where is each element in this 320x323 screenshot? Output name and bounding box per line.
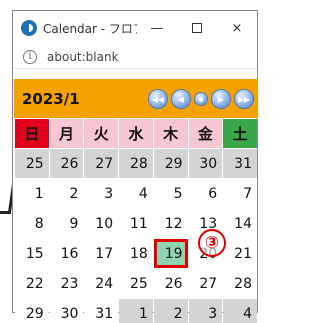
weekday-monday: 月 [49, 119, 84, 148]
calendar-header: 2023/1 ◀◀ ◀ ● ▶ ▶▶ [14, 79, 258, 118]
maximize-icon [192, 23, 202, 33]
screenshot-stage: Calendar - フロフ... — × i about:blank 2023… [0, 0, 259, 323]
day-cell[interactable]: 3 [188, 299, 223, 323]
weekday-sunday: 日 [15, 119, 49, 148]
day-cell[interactable]: 6 [188, 179, 223, 208]
window-title: Calendar - フロフ... [43, 21, 137, 36]
week-row: 29 30 31 1 2 3 4 [15, 299, 257, 323]
week-row: 1 2 3 4 5 6 7 [15, 179, 257, 208]
day-cell[interactable]: 21 [223, 239, 257, 268]
first-month-button[interactable]: ◀◀ [148, 88, 168, 109]
next-month-button[interactable]: ▶ [211, 88, 231, 109]
day-cell[interactable]: 2 [153, 299, 188, 323]
day-cell[interactable]: 25 [119, 269, 153, 298]
day-cell[interactable]: 26 [49, 149, 84, 178]
day-cell[interactable]: 29 [153, 149, 188, 178]
day-cell[interactable]: 30 [49, 299, 84, 323]
calendar-window: Calendar - フロフ... — × i about:blank 2023… [12, 10, 258, 323]
day-cell[interactable]: 4 [223, 299, 257, 323]
day-cell[interactable]: 2 [49, 179, 84, 208]
maximize-button[interactable] [177, 11, 217, 45]
day-cell[interactable]: 8 [15, 209, 49, 238]
weekday-wednesday: 水 [119, 119, 153, 148]
weekday-tuesday: 火 [84, 119, 119, 148]
calendar-grid: 日 月 火 水 木 金 土 25 26 27 28 29 30 31 1 2 3… [14, 118, 258, 323]
last-month-button[interactable]: ▶▶ [234, 88, 254, 109]
day-cell[interactable]: 29 [15, 299, 49, 323]
day-cell[interactable]: 30 [188, 149, 223, 178]
day-cell[interactable]: 18 [119, 239, 153, 268]
day-cell[interactable]: 9 [49, 209, 84, 238]
month-label: 2023/1 [22, 89, 80, 108]
day-cell[interactable]: 10 [84, 209, 119, 238]
day-cell[interactable]: 5 [153, 179, 188, 208]
day-cell[interactable]: 1 [119, 299, 153, 323]
calendar-widget: 2023/1 ◀◀ ◀ ● ▶ ▶▶ 日 月 火 水 木 金 土 25 26 2… [14, 79, 258, 323]
day-cell[interactable]: 3 [84, 179, 119, 208]
day-cell[interactable]: 28 [223, 269, 257, 298]
prev-month-button[interactable]: ◀ [171, 88, 191, 109]
day-cell[interactable]: 26 [153, 269, 188, 298]
day-cell[interactable]: 14 [223, 209, 257, 238]
title-bar[interactable]: Calendar - フロフ... — × [13, 11, 257, 45]
day-cell[interactable]: 17 [84, 239, 119, 268]
day-cell[interactable]: 1 [15, 179, 49, 208]
weekday-header-row: 日 月 火 水 木 金 土 [15, 119, 257, 148]
url-text[interactable]: about:blank [47, 50, 119, 64]
day-cell[interactable]: 31 [223, 149, 257, 178]
today-button[interactable]: ● [194, 91, 208, 106]
address-bar: i about:blank [13, 45, 257, 69]
day-cell[interactable]: 24 [84, 269, 119, 298]
day-cell[interactable]: 23 [49, 269, 84, 298]
info-icon[interactable]: i [23, 49, 37, 64]
weekday-friday: 金 [188, 119, 223, 148]
day-cell[interactable]: 28 [119, 149, 153, 178]
day-cell[interactable]: 31 [84, 299, 119, 323]
minimize-button[interactable]: — [137, 11, 177, 45]
day-cell[interactable]: 12 [153, 209, 188, 238]
step-callout-badge: ③ [198, 229, 226, 257]
day-cell[interactable]: 11 [119, 209, 153, 238]
day-cell[interactable]: 27 [188, 269, 223, 298]
day-cell[interactable]: 7 [223, 179, 257, 208]
app-icon [21, 20, 37, 36]
close-button[interactable]: × [217, 11, 257, 45]
day-cell[interactable]: 4 [119, 179, 153, 208]
day-cell[interactable]: 16 [49, 239, 84, 268]
week-row: 22 23 24 25 26 27 28 [15, 269, 257, 298]
month-navigation: ◀◀ ◀ ● ▶ ▶▶ [145, 88, 254, 109]
week-row: 25 26 27 28 29 30 31 [15, 149, 257, 178]
day-cell[interactable]: 15 [15, 239, 49, 268]
weekday-saturday: 土 [223, 119, 257, 148]
day-cell[interactable]: 27 [84, 149, 119, 178]
weekday-thursday: 木 [153, 119, 188, 148]
day-cell[interactable]: 25 [15, 149, 49, 178]
selected-day-cell[interactable]: 19 [153, 239, 188, 268]
day-cell[interactable]: 22 [15, 269, 49, 298]
